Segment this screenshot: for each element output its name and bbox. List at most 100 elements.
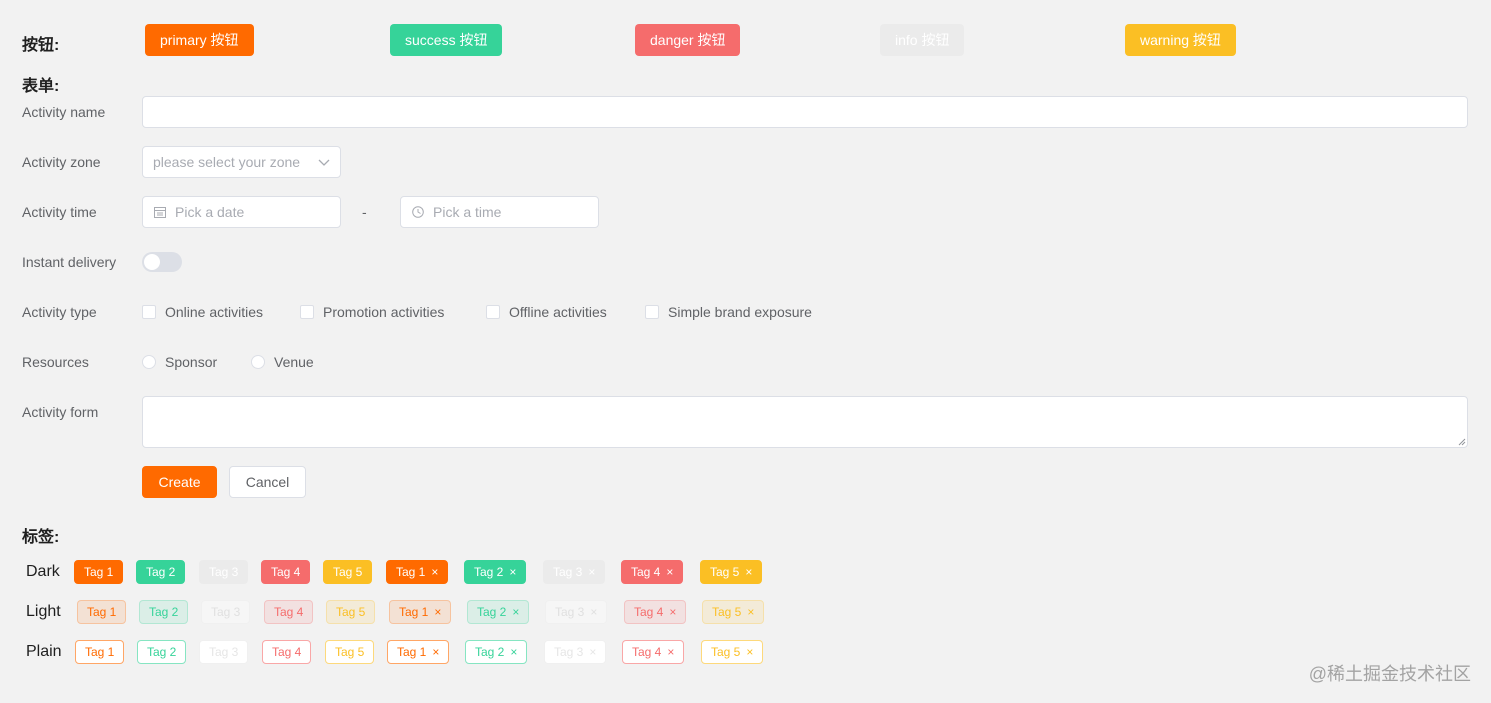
tag-label: Tag 1 (85, 645, 115, 659)
tag-plain-1: Tag 1 (75, 640, 125, 664)
radio-label: Venue (274, 354, 314, 370)
instant-delivery-switch[interactable] (142, 252, 182, 272)
tag-dark-4-closable[interactable]: Tag 4 × (621, 560, 684, 584)
tag-label: Tag 2 (474, 565, 504, 579)
primary-button[interactable]: primary 按钮 (145, 24, 254, 56)
instant-delivery-label: Instant delivery (22, 254, 117, 270)
tag-label: Tag 3 (209, 645, 239, 659)
tag-label: Tag 3 (554, 645, 584, 659)
activity-form-textarea[interactable] (142, 396, 1468, 448)
close-icon[interactable]: × (588, 565, 595, 579)
tag-label: Tag 1 (399, 605, 429, 619)
tag-dark-4: Tag 4 (261, 560, 311, 584)
tag-label: Tag 2 (477, 605, 507, 619)
time-picker[interactable]: Pick a time (400, 196, 599, 228)
activity-zone-select[interactable]: please select your zone (142, 146, 341, 178)
time-placeholder: Pick a time (433, 204, 502, 220)
tag-plain-2-closable[interactable]: Tag 2 × (465, 640, 528, 664)
resize-handle-icon[interactable] (1458, 438, 1466, 446)
tag-dark-2-closable[interactable]: Tag 2 × (464, 560, 527, 584)
tag-label: Tag 5 (333, 565, 363, 579)
radio-venue[interactable]: Venue (251, 354, 314, 370)
activity-time-label: Activity time (22, 204, 97, 220)
close-icon[interactable]: × (669, 605, 676, 619)
tag-plain-4-closable[interactable]: Tag 4 × (622, 640, 685, 664)
tag-dark-1: Tag 1 (74, 560, 124, 584)
tag-label: Tag 3 (211, 605, 241, 619)
close-icon[interactable]: × (589, 645, 596, 659)
close-icon[interactable]: × (510, 645, 517, 659)
tag-plain-3-closable[interactable]: Tag 3 × (544, 640, 607, 664)
tag-label: Tag 5 (711, 645, 741, 659)
tag-light-2-closable[interactable]: Tag 2 × (467, 600, 530, 624)
activity-zone-label: Activity zone (22, 154, 101, 170)
tag-row-label-dark: Dark (26, 563, 60, 580)
checkbox-simple-brand-exposure[interactable]: Simple brand exposure (645, 304, 812, 320)
close-icon[interactable]: × (434, 605, 441, 619)
tag-label: Tag 4 (272, 645, 302, 659)
tag-label: Tag 5 (336, 605, 366, 619)
tag-label: Tag 1 (84, 565, 114, 579)
info-button[interactable]: info 按钮 (880, 24, 965, 56)
activity-name-input[interactable] (142, 96, 1468, 128)
tag-dark-5-closable[interactable]: Tag 5 × (700, 560, 763, 584)
tag-light-2: Tag 2 (139, 600, 189, 624)
tag-label: Tag 5 (712, 605, 742, 619)
tag-light-1-closable[interactable]: Tag 1 × (389, 600, 452, 624)
tag-dark-1-closable[interactable]: Tag 1 × (386, 560, 449, 584)
close-icon[interactable]: × (667, 645, 674, 659)
checkbox-box (486, 305, 500, 319)
close-icon[interactable]: × (747, 605, 754, 619)
tag-label: Tag 4 (271, 565, 301, 579)
tag-plain-3: Tag 3 (199, 640, 249, 664)
close-icon[interactable]: × (746, 645, 753, 659)
close-icon[interactable]: × (745, 565, 752, 579)
tag-light-4-closable[interactable]: Tag 4 × (624, 600, 687, 624)
tag-light-3-closable[interactable]: Tag 3 × (545, 600, 608, 624)
tag-label: Tag 4 (634, 605, 664, 619)
radio-sponsor[interactable]: Sponsor (142, 354, 217, 370)
checkbox-label: Simple brand exposure (668, 304, 812, 320)
success-button[interactable]: success 按钮 (390, 24, 503, 56)
activity-type-label: Activity type (22, 304, 97, 320)
tag-dark-2: Tag 2 (136, 560, 186, 584)
activity-form-label: Activity form (22, 404, 99, 420)
tag-row-label-light: Light (26, 603, 61, 620)
tag-dark-3-closable[interactable]: Tag 3 × (543, 560, 606, 584)
create-button[interactable]: Create (142, 466, 217, 498)
close-icon[interactable]: × (512, 605, 519, 619)
cancel-button[interactable]: Cancel (229, 466, 306, 498)
tag-dark-3: Tag 3 (199, 560, 249, 584)
tag-plain-4: Tag 4 (262, 640, 312, 664)
close-icon[interactable]: × (666, 565, 673, 579)
tags-section-title: 标签: (22, 529, 60, 546)
date-picker[interactable]: Pick a date (142, 196, 341, 228)
tag-label: Tag 3 (209, 565, 239, 579)
tag-label: Tag 2 (149, 605, 179, 619)
checkbox-promotion-activities[interactable]: Promotion activities (300, 304, 444, 320)
checkbox-box (645, 305, 659, 319)
close-icon[interactable]: × (432, 645, 439, 659)
tag-label: Tag 2 (146, 565, 176, 579)
warning-button[interactable]: warning 按钮 (1125, 24, 1236, 56)
tag-label: Tag 2 (475, 645, 505, 659)
close-icon[interactable]: × (509, 565, 516, 579)
tag-light-5-closable[interactable]: Tag 5 × (702, 600, 765, 624)
tag-label: Tag 4 (631, 565, 661, 579)
tag-label: Tag 1 (87, 605, 117, 619)
watermark: @稀土掘金技术社区 (1308, 664, 1471, 684)
activity-name-label: Activity name (22, 104, 106, 120)
tag-label: Tag 5 (335, 645, 365, 659)
close-icon[interactable]: × (590, 605, 597, 619)
radio-circle (142, 355, 156, 369)
tag-label: Tag 3 (555, 605, 585, 619)
checkbox-online-activities[interactable]: Online activities (142, 304, 263, 320)
danger-button[interactable]: danger 按钮 (635, 24, 741, 56)
resources-label: Resources (22, 354, 89, 370)
form-section-title: 表单: (22, 78, 60, 95)
tag-dark-5: Tag 5 (323, 560, 373, 584)
checkbox-offline-activities[interactable]: Offline activities (486, 304, 607, 320)
tag-plain-1-closable[interactable]: Tag 1 × (387, 640, 450, 664)
close-icon[interactable]: × (431, 565, 438, 579)
tag-plain-5-closable[interactable]: Tag 5 × (701, 640, 764, 664)
